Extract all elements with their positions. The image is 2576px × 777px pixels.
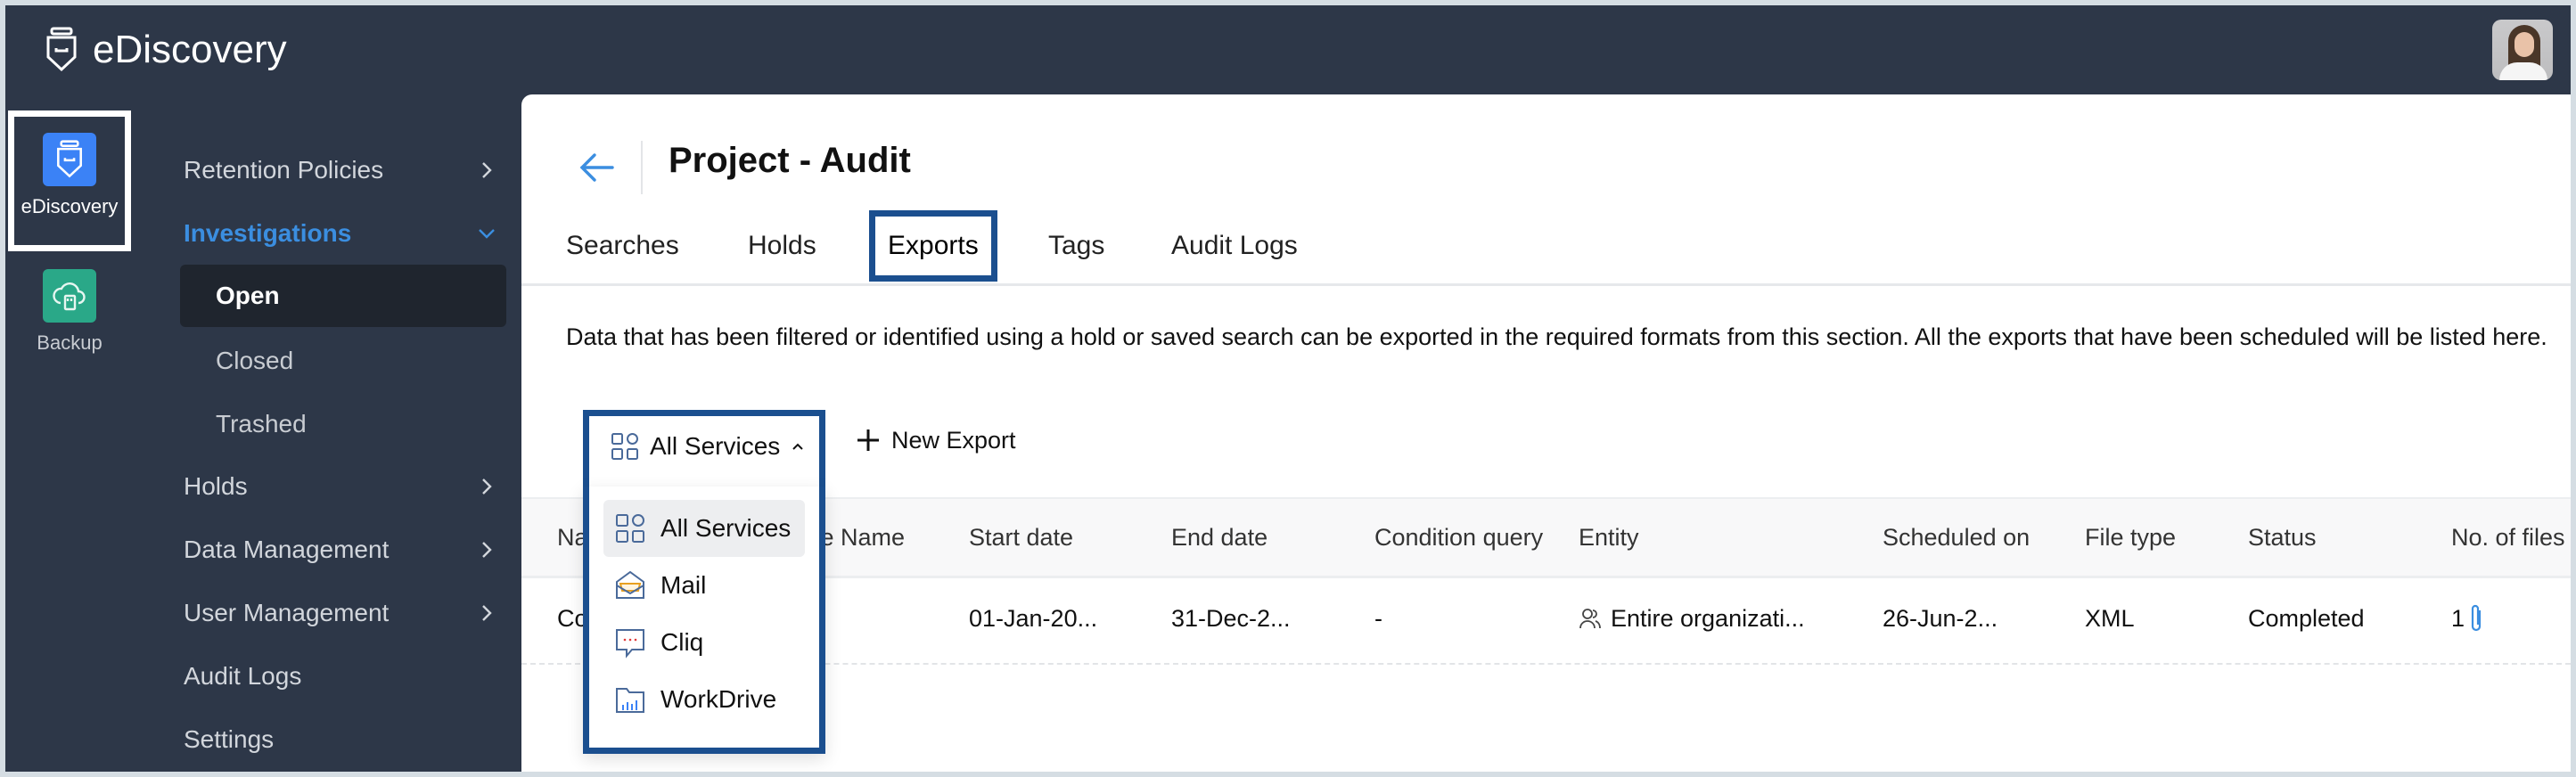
column-header-entity[interactable]: Entity bbox=[1579, 499, 1639, 576]
option-label: Cliq bbox=[660, 628, 704, 656]
chevron-right-icon bbox=[482, 542, 492, 558]
user-avatar[interactable] bbox=[2492, 20, 2553, 80]
column-header-no-of-files[interactable]: No. of files bbox=[2451, 499, 2565, 576]
column-header-condition-query[interactable]: Condition query bbox=[1374, 499, 1544, 576]
grid-icon bbox=[616, 514, 644, 543]
rail-item-ediscovery[interactable]: eDiscovery bbox=[8, 110, 131, 251]
cell-name[interactable]: Co bbox=[557, 574, 584, 663]
sidebar-item-investigations[interactable]: Investigations bbox=[184, 207, 496, 260]
sidebar-item-label: Retention Policies bbox=[184, 156, 384, 184]
sidebar-item-label: Open bbox=[216, 282, 280, 309]
users-icon bbox=[1579, 609, 1601, 629]
dropdown-option-workdrive[interactable]: WorkDrive bbox=[603, 671, 805, 728]
chat-icon bbox=[616, 629, 644, 658]
rail-label: Backup bbox=[37, 331, 103, 354]
column-header-end-date[interactable]: End date bbox=[1171, 499, 1267, 576]
folder-icon bbox=[616, 688, 644, 713]
column-header-status[interactable]: Status bbox=[2248, 499, 2317, 576]
mail-icon bbox=[616, 570, 644, 599]
new-export-button[interactable]: New Export bbox=[856, 406, 1016, 474]
rail-item-backup[interactable]: Backup bbox=[8, 269, 131, 355]
sidebar-item-holds[interactable]: Holds bbox=[184, 460, 496, 513]
app-logo[interactable]: eDiscovery bbox=[43, 27, 287, 73]
tab-tags[interactable]: Tags bbox=[1048, 210, 1104, 282]
sidebar-item-label: Data Management bbox=[184, 536, 390, 563]
ediscovery-icon bbox=[46, 27, 77, 72]
table-row[interactable]: Co 01-Jan-20... 31-Dec-2... - Entire org… bbox=[521, 574, 2571, 665]
top-bar: eDiscovery bbox=[5, 5, 2571, 94]
back-arrow-icon[interactable] bbox=[575, 146, 618, 189]
cell-status: Completed bbox=[2248, 604, 2365, 632]
service-filter-dropdown[interactable]: All Services bbox=[593, 411, 817, 482]
tab-audit-logs[interactable]: Audit Logs bbox=[1171, 210, 1298, 282]
cell-scheduled-on: 26-Jun-2... bbox=[1883, 604, 1998, 632]
table-header: Name Source Name Start date End date Con… bbox=[521, 497, 2571, 578]
sidebar-item-label: Closed bbox=[216, 347, 294, 374]
sidebar-item-label: Audit Logs bbox=[184, 662, 302, 690]
sidebar-subitem-trashed[interactable]: Trashed bbox=[180, 393, 506, 455]
service-dropdown-menu: All Services Mail Cliq WorkDrive bbox=[583, 487, 825, 754]
column-header-start-date[interactable]: Start date bbox=[969, 499, 1073, 576]
option-label: All Services bbox=[660, 514, 792, 542]
column-header-scheduled-on[interactable]: Scheduled on bbox=[1883, 499, 2030, 576]
dropdown-option-mail[interactable]: Mail bbox=[603, 557, 805, 614]
dropdown-option-cliq[interactable]: Cliq bbox=[603, 614, 805, 671]
sidebar-item-label: Settings bbox=[184, 725, 275, 753]
cell-no-of-files[interactable]: 1 bbox=[2451, 574, 2484, 663]
app-title: eDiscovery bbox=[93, 28, 287, 71]
ediscovery-icon bbox=[57, 140, 82, 178]
sidebar-item-label: User Management bbox=[184, 599, 390, 626]
sidebar-item-label: Trashed bbox=[216, 410, 307, 438]
cell-entity: Entire organizati... bbox=[1579, 574, 1805, 663]
tab-searches[interactable]: Searches bbox=[566, 210, 679, 282]
new-export-label: New Export bbox=[891, 426, 1016, 454]
exports-description: Data that has been filtered or identifie… bbox=[566, 323, 2547, 350]
option-label: WorkDrive bbox=[660, 685, 777, 713]
sidebar-item-user-management[interactable]: User Management bbox=[184, 586, 496, 640]
cell-start-date: 01-Jan-20... bbox=[969, 604, 1098, 632]
grid-icon bbox=[611, 433, 638, 460]
app-window: eDiscovery eDiscovery Backup Retention P… bbox=[5, 5, 2571, 772]
column-header-source-name[interactable]: Source Name bbox=[816, 499, 905, 576]
plus-icon bbox=[857, 429, 879, 451]
service-filter-value: All Services bbox=[650, 432, 781, 460]
sidebar-subitem-open[interactable]: Open bbox=[180, 265, 506, 327]
sidebar-item-label: Holds bbox=[184, 472, 248, 500]
tab-exports[interactable]: Exports bbox=[869, 210, 997, 282]
sidebar-item-label: Investigations bbox=[184, 219, 352, 247]
sidebar-item-audit-logs[interactable]: Audit Logs bbox=[184, 650, 496, 703]
sidebar-item-settings[interactable]: Settings bbox=[184, 713, 496, 766]
app-rail: eDiscovery Backup bbox=[5, 94, 131, 772]
sidebar-item-retention-policies[interactable]: Retention Policies bbox=[184, 143, 496, 197]
sidebar-nav: Retention Policies Investigations Open C… bbox=[130, 94, 522, 772]
sidebar-item-data-management[interactable]: Data Management bbox=[184, 523, 496, 577]
column-header-file-type[interactable]: File type bbox=[2085, 499, 2176, 576]
tab-holds[interactable]: Holds bbox=[748, 210, 816, 282]
attachment-icon[interactable] bbox=[2468, 603, 2484, 634]
cell-file-type: XML bbox=[2085, 604, 2135, 632]
option-label: Mail bbox=[660, 571, 707, 599]
main-panel: Project - Audit Searches Holds Exports T… bbox=[521, 94, 2571, 772]
entity-label: Entire organizati... bbox=[1611, 604, 1805, 632]
chevron-up-icon bbox=[792, 443, 803, 450]
chevron-down-icon bbox=[479, 229, 495, 239]
cloud-backup-icon bbox=[53, 282, 86, 311]
rail-label: eDiscovery bbox=[21, 195, 119, 217]
chevron-right-icon bbox=[482, 478, 492, 495]
files-count: 1 bbox=[2451, 604, 2465, 632]
dropdown-option-all-services[interactable]: All Services bbox=[603, 500, 805, 557]
title-divider bbox=[641, 141, 643, 194]
chevron-right-icon bbox=[482, 605, 492, 621]
sidebar-subitem-closed[interactable]: Closed bbox=[180, 330, 506, 392]
page-title: Project - Audit bbox=[669, 141, 911, 180]
chevron-right-icon bbox=[482, 162, 492, 178]
tab-bar: Searches Holds Exports Tags Audit Logs bbox=[521, 201, 2571, 286]
cell-condition-query: - bbox=[1374, 604, 1382, 632]
cell-end-date: 31-Dec-2... bbox=[1171, 604, 1291, 632]
